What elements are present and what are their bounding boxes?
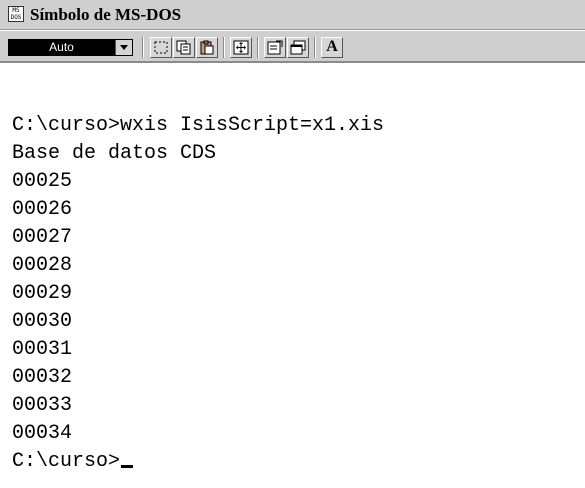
console-line: 00032	[12, 366, 73, 389]
console-line: 00030	[12, 310, 73, 333]
msdos-icon[interactable]: MS DOS	[8, 6, 24, 22]
console-line: 00027	[12, 226, 73, 249]
font-icon: A	[326, 38, 338, 55]
fullscreen-icon	[233, 40, 249, 55]
copy-button[interactable]	[173, 37, 195, 58]
console-line: 00025	[12, 170, 73, 193]
chevron-down-icon[interactable]	[115, 40, 132, 55]
properties-button[interactable]	[264, 37, 286, 58]
console-line: 00031	[12, 338, 73, 361]
command-prompt[interactable]: C:\curso>	[12, 450, 134, 473]
background-button[interactable]	[287, 37, 309, 58]
console-line: 00026	[12, 198, 73, 221]
msdos-window: MS DOS Símbolo de MS-DOS Auto A C:\curso…	[0, 0, 585, 488]
console-line: C:\curso>wxis IsisScript=x1.xis	[12, 114, 385, 137]
toolbar-separator	[314, 37, 316, 58]
copy-icon	[176, 40, 191, 55]
font-size-select[interactable]: Auto	[8, 39, 133, 56]
mark-button[interactable]	[150, 37, 172, 58]
console-output[interactable]: C:\curso>wxis IsisScript=x1.xis Base de …	[0, 65, 585, 488]
toolbar-separator	[257, 37, 259, 58]
mark-icon	[154, 41, 168, 54]
properties-icon	[267, 40, 283, 55]
title-bar[interactable]: MS DOS Símbolo de MS-DOS	[0, 0, 585, 30]
toolbar: Auto A	[0, 31, 585, 63]
paste-button[interactable]	[196, 37, 218, 58]
fullscreen-button[interactable]	[230, 37, 252, 58]
console-line: Base de datos CDS	[12, 142, 217, 165]
toolbar-separator	[223, 37, 225, 58]
console-line: 00033	[12, 394, 73, 417]
font-button[interactable]: A	[321, 37, 343, 58]
background-icon	[290, 40, 306, 55]
console-line: 00029	[12, 282, 73, 305]
toolbar-separator	[142, 37, 144, 58]
window-title: Símbolo de MS-DOS	[30, 5, 182, 24]
console-line: 00028	[12, 254, 73, 277]
paste-icon	[200, 40, 214, 55]
console-line: 00034	[12, 422, 73, 445]
prompt-text: C:\curso>	[12, 450, 121, 473]
text-cursor	[121, 465, 134, 468]
font-size-value: Auto	[9, 40, 114, 55]
